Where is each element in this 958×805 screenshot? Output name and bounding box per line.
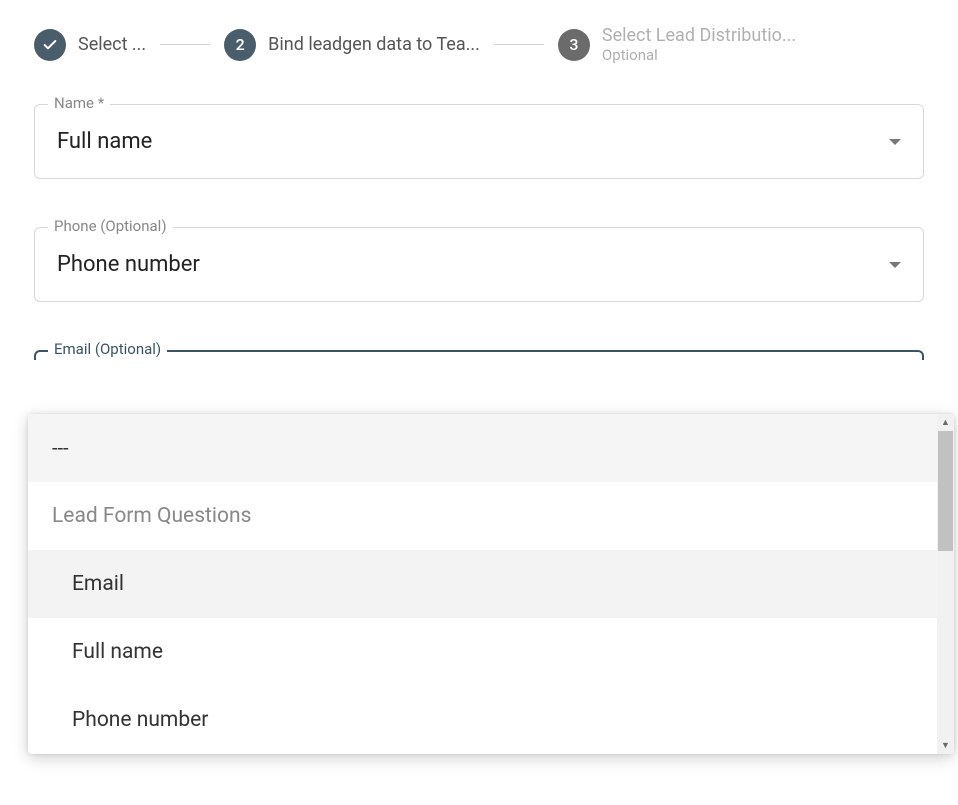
step-2-circle: 2 (224, 29, 256, 61)
dropdown-option-blank[interactable]: --- (28, 414, 954, 482)
chevron-down-icon (889, 139, 901, 145)
step-2-label: Bind leadgen data to Tea... (268, 34, 480, 55)
email-field-label: Email (Optional) (48, 340, 167, 358)
step-3-circle: 3 (558, 29, 590, 61)
phone-field-group: Phone (Optional) Phone number (34, 227, 924, 302)
step-1[interactable]: Select ... (34, 29, 146, 61)
step-1-label: Select ... (78, 34, 146, 55)
scrollbar-down-arrow[interactable]: ▼ (937, 737, 954, 754)
email-field-group: Email (Optional) (34, 350, 924, 360)
name-field-group: Name * Full name (34, 104, 924, 179)
step-connector (160, 44, 210, 45)
step-connector (494, 44, 544, 45)
dropdown-option-phone-number[interactable]: Phone number (28, 686, 954, 754)
scrollbar-track: ▲ ▼ (937, 414, 954, 754)
step-3-title: Select Lead Distributio... (602, 25, 796, 46)
name-field-label: Name * (48, 94, 110, 112)
step-3[interactable]: 3 Select Lead Distributio... Optional (558, 25, 796, 64)
stepper: Select ... 2 Bind leadgen data to Tea...… (34, 25, 924, 64)
dropdown-option-full-name[interactable]: Full name (28, 618, 954, 686)
name-select[interactable]: Full name (34, 104, 924, 179)
email-dropdown-menu: --- Lead Form Questions Email Full name … (28, 414, 954, 754)
checkmark-icon (42, 37, 58, 53)
phone-field-label: Phone (Optional) (48, 217, 173, 235)
dropdown-option-email[interactable]: Email (28, 550, 954, 618)
dropdown-group-header: Lead Form Questions (28, 482, 954, 550)
name-select-value: Full name (57, 129, 152, 154)
scrollbar-up-arrow[interactable]: ▲ (937, 414, 954, 431)
step-2[interactable]: 2 Bind leadgen data to Tea... (224, 29, 480, 61)
scrollbar-thumb[interactable] (938, 431, 953, 551)
email-select[interactable] (34, 350, 924, 360)
phone-select-value: Phone number (57, 252, 200, 277)
chevron-down-icon (889, 262, 901, 268)
step-3-optional: Optional (602, 46, 796, 64)
phone-select[interactable]: Phone number (34, 227, 924, 302)
step-1-circle (34, 29, 66, 61)
